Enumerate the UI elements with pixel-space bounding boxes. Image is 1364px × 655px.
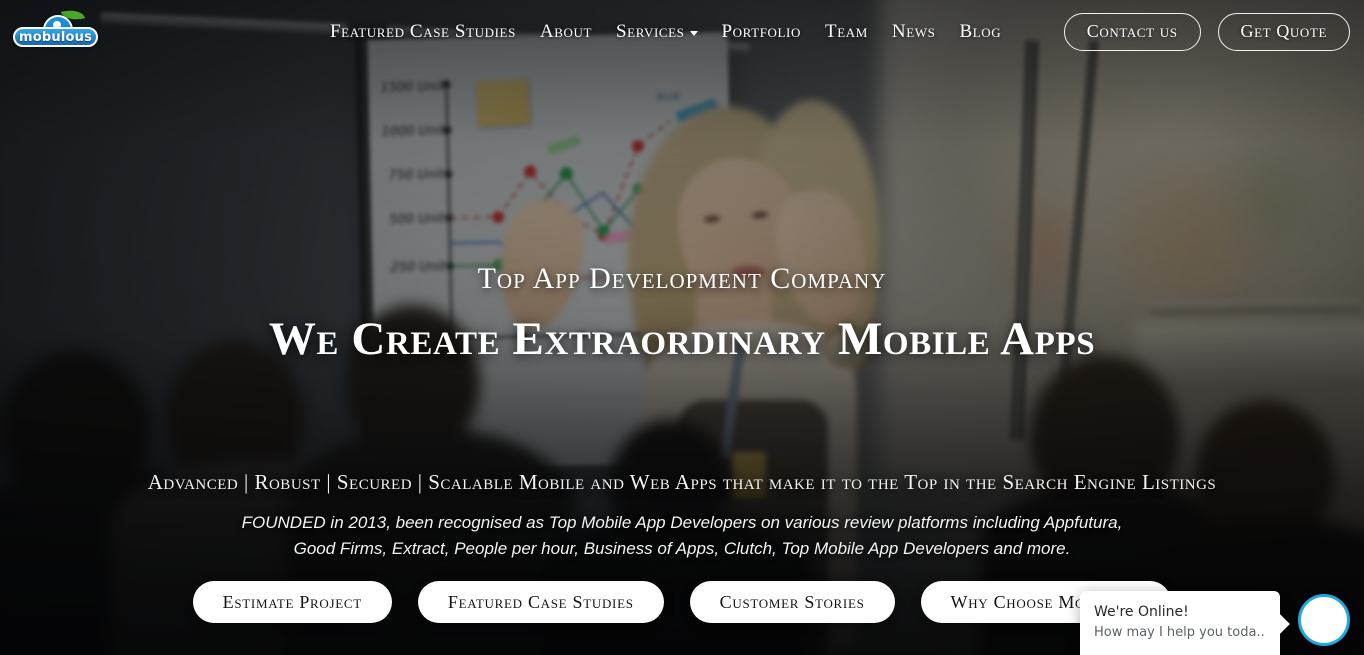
header-actions: Contact us Get Quote [1063, 13, 1350, 51]
contact-us-button[interactable]: Contact us [1063, 13, 1201, 51]
nav-item-featured-case-studies[interactable]: Featured Case Studies [330, 21, 516, 43]
logo-wordmark: mobulous [13, 27, 98, 47]
chat-launcher-button[interactable] [1298, 594, 1350, 646]
page-root: 1500 Unit 1000 Unit 750 Unit 500 Unit 25… [0, 0, 1364, 655]
nav-label: News [891, 21, 936, 42]
site-header: mobulous Featured Case Studies About Ser… [0, 0, 1364, 64]
nav-item-blog[interactable]: Blog [959, 21, 1001, 43]
hero-section: Top App Development Company We Create Ex… [0, 0, 1364, 655]
nav-item-team[interactable]: Team [825, 21, 868, 43]
nav-label: Services [616, 21, 685, 42]
nav-item-about[interactable]: About [540, 21, 592, 43]
chat-greeting-bubble[interactable]: We're Online! How may I help you toda... [1080, 591, 1280, 655]
customer-stories-button[interactable]: Customer Stories [689, 581, 895, 623]
hero-paragraph-line-2: Good Firms, Extract, People per hour, Bu… [293, 539, 1071, 558]
nav-item-services[interactable]: Services [616, 21, 698, 43]
nav-label: Blog [959, 21, 1002, 42]
nav-label: About [539, 21, 593, 42]
hero-paragraph-line-1: FOUNDED in 2013, been recognised as Top … [241, 513, 1123, 532]
chevron-down-icon [689, 31, 698, 36]
nav-label: Featured Case Studies [330, 21, 516, 42]
hero-eyebrow: Top App Development Company [477, 262, 887, 295]
page-title: We Create Extraordinary Mobile Apps [268, 313, 1096, 365]
main-navigation: Featured Case Studies About Services Por… [330, 0, 1001, 64]
get-quote-button[interactable]: Get Quote [1217, 13, 1350, 51]
logo[interactable]: mobulous [13, 6, 98, 53]
chat-greeting-subtitle: How may I help you toda... [1094, 625, 1266, 640]
hero-subline: Advanced | Robust | Secured | Scalable M… [147, 470, 1217, 494]
estimate-project-button[interactable]: Estimate Project [192, 581, 392, 623]
chat-greeting-title: We're Online! [1094, 604, 1189, 620]
nav-label: Team [824, 21, 868, 42]
nav-item-portfolio[interactable]: Portfolio [722, 21, 801, 43]
featured-case-studies-button[interactable]: Featured Case Studies [417, 581, 664, 623]
hero-paragraph: FOUNDED in 2013, been recognised as Top … [0, 510, 1364, 562]
nav-item-news[interactable]: News [892, 21, 936, 43]
nav-label: Portfolio [721, 21, 801, 42]
